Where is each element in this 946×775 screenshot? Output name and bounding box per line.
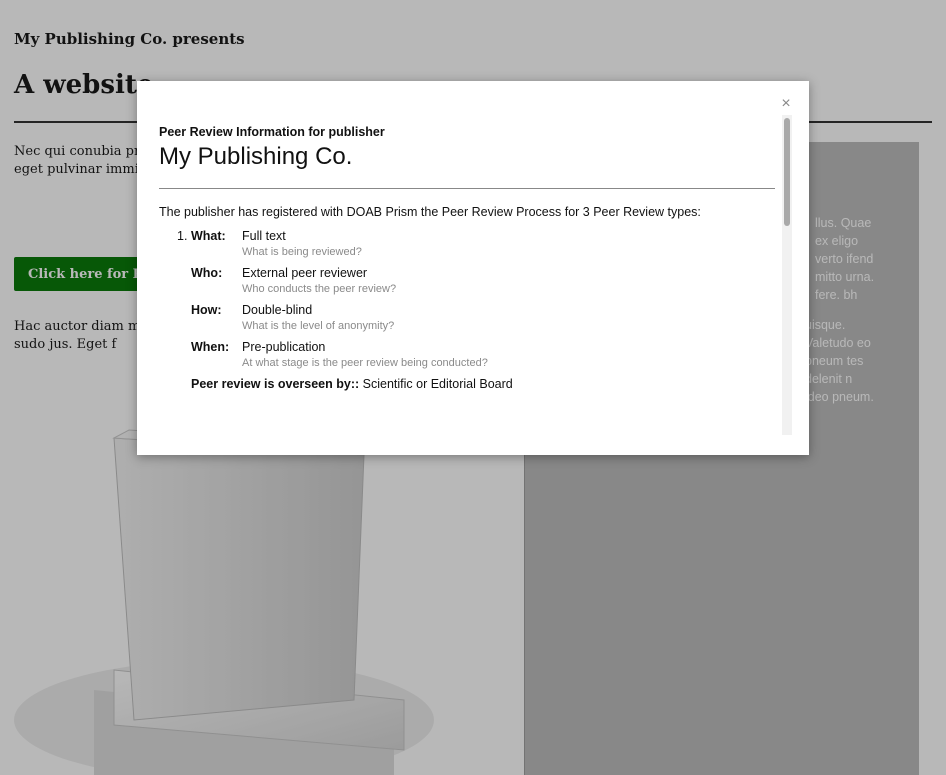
modal-scrollbar[interactable] [782,115,792,435]
overseen-row: Peer review is overseen by:: Scientific … [191,377,775,391]
who-row: Who: External peer reviewer Who conducts… [191,266,775,295]
how-row: How: Double-blind What is the level of a… [191,303,775,332]
close-icon[interactable]: × [779,96,793,112]
how-label: How: [191,303,222,317]
item-number: 1. [177,229,188,243]
modal-publisher-name: My Publishing Co. [159,143,353,170]
scrollbar-thumb[interactable] [784,118,790,226]
who-hint: Who conducts the peer review? [242,283,397,295]
peer-review-modal: × Peer Review Information for publisher … [137,81,809,455]
when-value: Pre-publication [242,340,326,354]
when-hint: At what stage is the peer review being c… [242,357,488,369]
when-label: When: [191,340,230,354]
modal-content[interactable]: Peer Review Information for publisher My… [159,115,775,435]
when-row: When: Pre-publication At what stage is t… [191,340,775,369]
peer-review-type-1: 1. What: Full text What is being reviewe… [177,229,775,391]
modal-divider [159,188,775,189]
who-label: Who: [191,266,223,280]
overseen-value: Scientific or Editorial Board [362,377,513,391]
overseen-label: Peer review is overseen by:: [191,377,360,391]
what-value: Full text [242,229,286,243]
how-hint: What is the level of anonymity? [242,320,395,332]
who-value: External peer reviewer [242,266,368,280]
what-label: What: [191,229,226,243]
what-hint: What is being reviewed? [242,246,362,258]
how-value: Double-blind [242,303,313,317]
modal-kicker: Peer Review Information for publisher [159,125,385,139]
modal-intro: The publisher has registered with DOAB P… [159,205,701,219]
what-row: What: Full text What is being reviewed? [191,229,775,258]
